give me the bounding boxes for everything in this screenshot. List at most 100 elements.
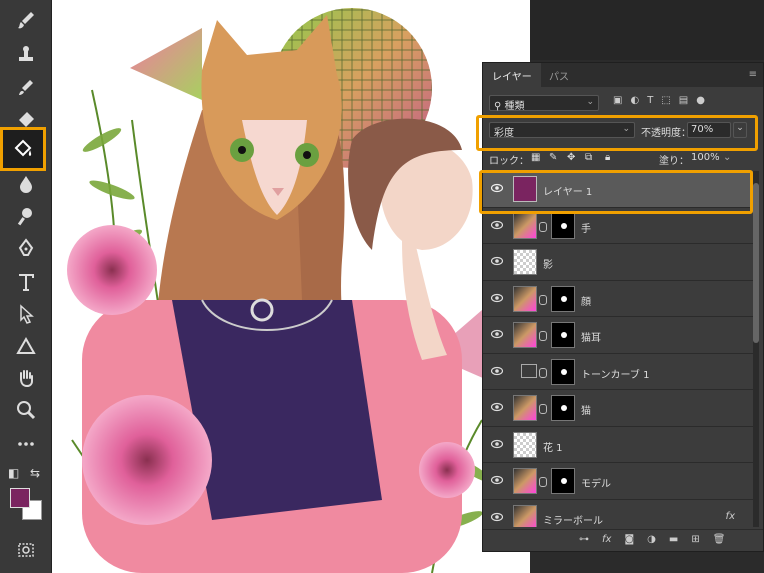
layer-thumbnail <box>513 285 537 312</box>
search-icon: ⚲ <box>494 101 502 112</box>
pen-tool[interactable] <box>8 232 44 264</box>
hand-tool[interactable] <box>8 362 44 394</box>
filter-toggle-icon[interactable]: ● <box>696 95 705 106</box>
layers-panel: レイヤー パス ≡ ⚲ 種類 ⌄ ▣ ◐ T ⬚ ▤ ● 彩度 ⌄ 不透明度： … <box>476 62 764 552</box>
fill-value[interactable]: 100% <box>691 152 720 163</box>
filter-kind-select[interactable]: ⚲ 種類 ⌄ <box>489 95 599 112</box>
layer-thumbnail <box>513 212 537 239</box>
eye-icon[interactable] <box>491 439 503 449</box>
layer-row[interactable]: トーンカーブ 1 <box>483 354 753 390</box>
dodge-tool[interactable] <box>8 200 44 232</box>
workspace-background <box>530 0 764 60</box>
foreground-color-swatch[interactable] <box>10 488 30 508</box>
history-brush-tool[interactable] <box>8 72 44 104</box>
layer-row[interactable]: 花 1 <box>483 427 753 463</box>
eye-icon[interactable] <box>491 293 503 303</box>
swap-colors-icon[interactable]: ⇆ <box>30 466 40 480</box>
shape-tool[interactable] <box>8 330 44 362</box>
adjustment-filter-icon[interactable]: ◐ <box>630 95 639 106</box>
layer-row[interactable]: 猫 <box>483 390 753 427</box>
scrollbar-thumb[interactable] <box>753 183 759 343</box>
layer-thumbnail <box>513 249 537 275</box>
arrow-cursor-icon <box>20 304 34 324</box>
lock-pixels-icon[interactable]: ✎ <box>549 152 557 163</box>
default-colors-icon[interactable]: ◧ <box>8 466 19 480</box>
layer-thumbnail <box>513 395 537 421</box>
layer-name: ミラーボール <box>543 515 603 527</box>
new-layer-icon[interactable]: ⊞ <box>691 534 699 551</box>
layer-effects-badge[interactable]: fx <box>726 511 735 522</box>
layer-mask-thumbnail[interactable] <box>551 212 575 239</box>
lock-label: ロック： <box>489 156 529 167</box>
curves-adjustment-icon <box>521 363 537 378</box>
shape-filter-icon[interactable]: ⬚ <box>661 95 670 106</box>
chevron-down-icon[interactable]: ⌄ <box>723 152 731 163</box>
lock-all-icon[interactable]: 🔒︎ <box>605 152 610 163</box>
document-canvas[interactable] <box>52 0 530 573</box>
brush-tool[interactable] <box>8 4 44 36</box>
zoom-tool[interactable] <box>8 394 44 426</box>
drop-icon <box>20 176 32 193</box>
layer-name: 影 <box>543 260 553 271</box>
fill-label: 塗り： <box>659 156 689 167</box>
paint-bucket-tool[interactable] <box>0 127 46 171</box>
lock-position-icon[interactable]: ✥ <box>567 152 575 163</box>
link-icon[interactable] <box>539 367 547 378</box>
layer-name: 猫耳 <box>581 333 601 344</box>
stamp-tool[interactable] <box>8 38 44 70</box>
layer-row[interactable]: ミラーボール fx <box>483 500 753 527</box>
link-icon[interactable] <box>539 221 547 232</box>
brush-icon <box>18 12 34 29</box>
mask-icon[interactable]: ◙ <box>624 534 634 551</box>
fx-icon[interactable]: fx <box>602 534 611 551</box>
eye-icon[interactable] <box>491 475 503 485</box>
layer-mask-thumbnail[interactable] <box>551 358 575 385</box>
layer-row[interactable]: 顔 <box>483 281 753 317</box>
layer-row[interactable]: モデル <box>483 463 753 500</box>
more-tools[interactable] <box>8 428 44 460</box>
layer-thumbnail <box>513 504 537 527</box>
eye-icon[interactable] <box>491 329 503 339</box>
lock-transparency-icon[interactable]: ▦ <box>531 152 540 163</box>
stamp-icon <box>19 46 33 61</box>
link-icon[interactable]: ⊶ <box>579 534 589 551</box>
highlight-selected-layer <box>479 170 753 214</box>
link-icon[interactable] <box>539 331 547 341</box>
lock-fill-row: ロック： ▦ ✎ ✥ ⧉ 🔒︎ 塗り： 100% ⌄ <box>489 151 759 167</box>
layer-mask-thumbnail[interactable] <box>551 322 575 348</box>
pen-icon <box>18 238 34 256</box>
type-tool[interactable] <box>8 266 44 298</box>
lock-artboard-icon[interactable]: ⧉ <box>585 152 592 163</box>
type-icon <box>19 274 34 291</box>
blur-tool[interactable] <box>8 168 44 200</box>
link-icon[interactable] <box>539 404 547 414</box>
ellipsis-icon <box>18 442 34 446</box>
adjustment-icon[interactable]: ◑ <box>647 534 656 551</box>
layer-mask-thumbnail[interactable] <box>551 468 575 494</box>
layer-mask-thumbnail[interactable] <box>551 285 575 312</box>
folder-icon[interactable]: ▬ <box>669 534 678 551</box>
layer-row[interactable]: 影 <box>483 244 753 281</box>
tab-layers[interactable]: レイヤー <box>483 63 541 87</box>
smart-object-filter-icon[interactable]: ▤ <box>679 95 688 106</box>
panel-bottom-bar: ⊶ fx ◙ ◑ ▬ ⊞ 🗑︎ <box>483 529 763 551</box>
link-icon[interactable] <box>539 294 547 305</box>
quick-mask-tool[interactable] <box>8 534 44 566</box>
eye-icon[interactable] <box>491 366 503 376</box>
eye-icon[interactable] <box>491 512 503 522</box>
text-filter-icon[interactable]: T <box>647 95 653 106</box>
eye-icon[interactable] <box>491 402 503 412</box>
panel-menu-icon[interactable]: ≡ <box>749 69 757 80</box>
trash-icon[interactable]: 🗑︎ <box>713 534 726 551</box>
link-icon[interactable] <box>539 477 547 487</box>
path-selection-tool[interactable] <box>8 298 44 330</box>
layer-name: モデル <box>581 479 611 490</box>
layer-row[interactable]: 猫耳 <box>483 317 753 354</box>
eye-icon[interactable] <box>491 220 503 230</box>
layer-name: 花 1 <box>543 442 563 454</box>
triangle-icon <box>16 336 36 354</box>
image-filter-icon[interactable]: ▣ <box>613 95 622 106</box>
layer-mask-thumbnail[interactable] <box>551 395 575 421</box>
eye-icon[interactable] <box>491 256 503 266</box>
tab-paths[interactable]: パス <box>549 68 569 83</box>
